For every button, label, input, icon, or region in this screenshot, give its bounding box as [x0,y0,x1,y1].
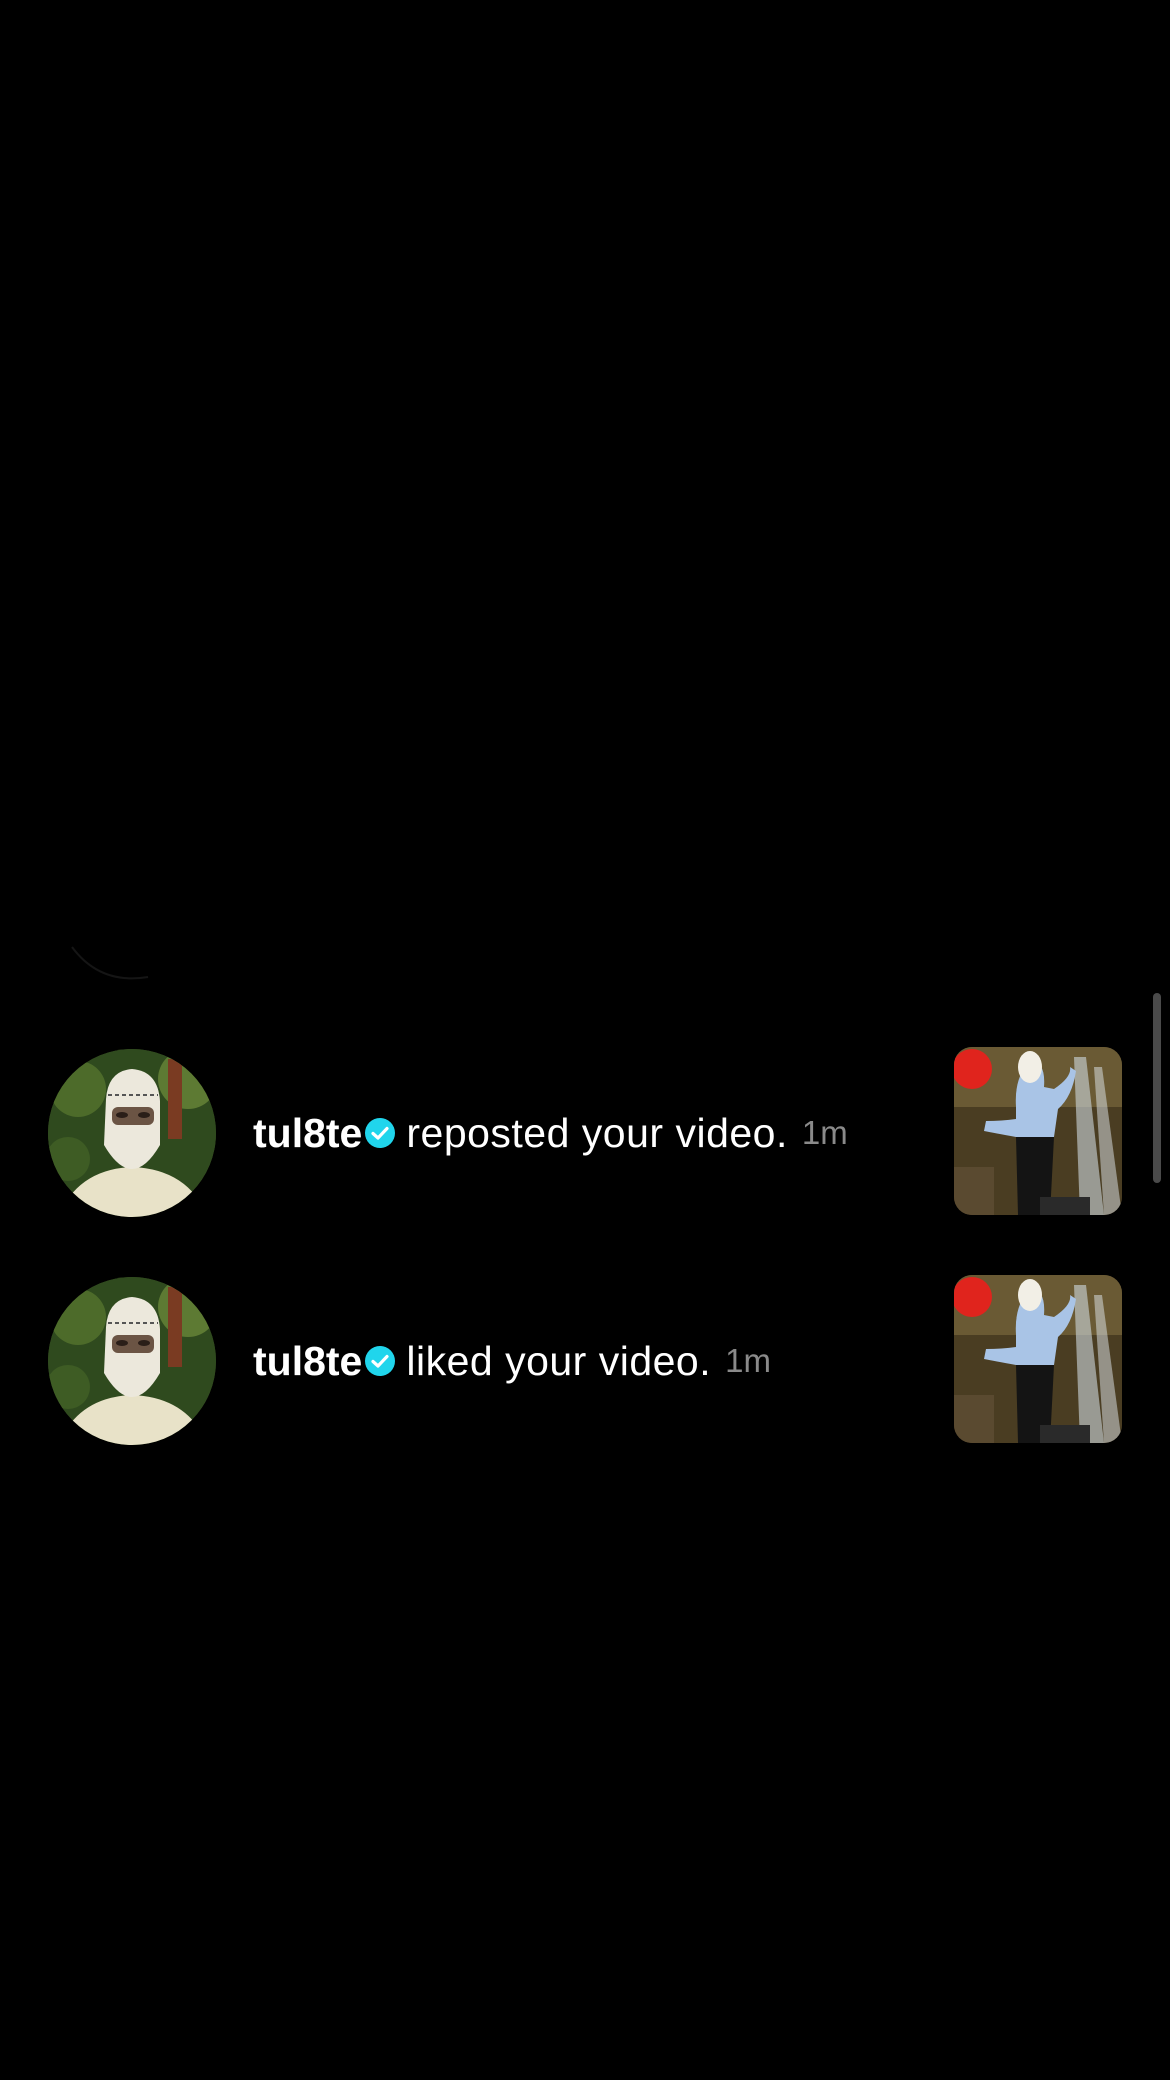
avatar-image [48,1049,216,1217]
notification-list: tul8te reposted your video. 1m tul8te li… [0,1045,1170,1501]
avatar-image [48,1277,216,1445]
username[interactable]: tul8te [253,1337,362,1385]
username[interactable]: tul8te [253,1109,362,1157]
avatar[interactable] [48,1277,216,1445]
action-text: liked your video. [406,1338,712,1384]
verified-badge-icon [365,1346,396,1376]
verified-badge-icon [365,1118,396,1148]
timestamp: 1m [725,1342,771,1379]
notification-text: tul8te reposted your video. 1m [253,1109,848,1157]
video-thumbnail[interactable] [954,1047,1122,1215]
notification-text: tul8te liked your video. 1m [253,1337,771,1385]
notification-row-repost[interactable]: tul8te reposted your video. 1m [0,1045,1170,1273]
video-thumbnail-image [954,1047,1122,1215]
faint-arc-decoration [71,946,149,980]
video-thumbnail-image [954,1275,1122,1443]
action-text: reposted your video. [406,1110,788,1156]
video-thumbnail[interactable] [954,1275,1122,1443]
notification-row-like[interactable]: tul8te liked your video. 1m [0,1273,1170,1501]
timestamp: 1m [801,1114,848,1151]
avatar[interactable] [48,1049,216,1217]
